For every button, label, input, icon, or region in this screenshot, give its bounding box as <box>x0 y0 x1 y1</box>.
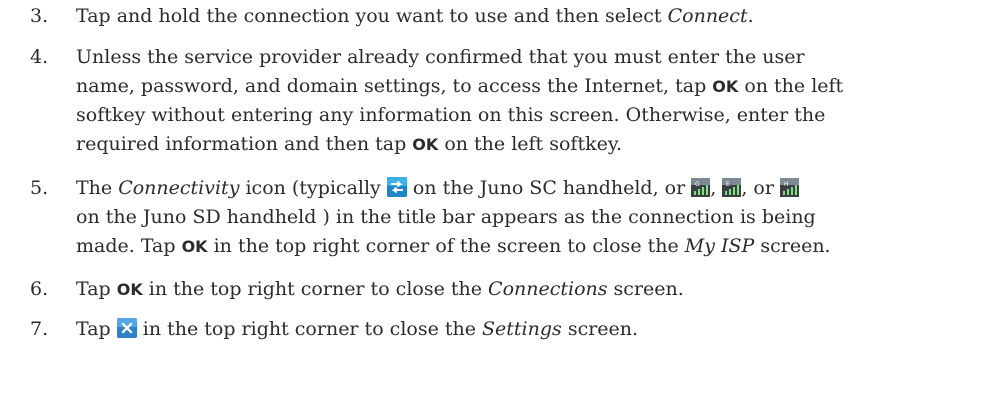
instruction-steps: 3. Tap and hold the connection you want … <box>0 0 992 415</box>
ok-term: OK <box>116 280 143 299</box>
step-number: 5. <box>30 177 49 199</box>
step-number: 7. <box>30 318 49 340</box>
step-text: The Connectivity icon (typically on the … <box>76 177 831 257</box>
step-text: Tap in the top right corner to close the… <box>76 318 639 340</box>
step-number: 4. <box>30 46 49 68</box>
svg-text:G: G <box>695 181 700 188</box>
step-number: 6. <box>30 278 49 300</box>
ok-term: OK <box>412 135 439 154</box>
signal-e-icon: E <box>722 178 742 197</box>
ok-term: OK <box>712 77 739 96</box>
step-text: Tap OK in the top right corner to close … <box>76 278 684 300</box>
svg-text:H: H <box>784 181 789 188</box>
connections-term: Connections <box>488 278 608 300</box>
step-text: Tap and hold the connection you want to … <box>76 5 754 27</box>
step-text: Unless the service provider already conf… <box>76 46 844 155</box>
svg-text:E: E <box>726 181 730 188</box>
step-number: 3. <box>30 5 49 27</box>
signal-g-icon: G <box>691 178 711 197</box>
connectivity-term: Connectivity <box>118 177 240 199</box>
my-isp-term: My ISP <box>684 235 755 257</box>
close-x-icon <box>116 318 137 338</box>
settings-term: Settings <box>482 318 562 340</box>
connect-term: Connect <box>667 5 748 27</box>
ok-term: OK <box>181 237 208 256</box>
connectivity-arrows-icon <box>386 177 407 197</box>
signal-h-icon: H <box>779 178 799 197</box>
